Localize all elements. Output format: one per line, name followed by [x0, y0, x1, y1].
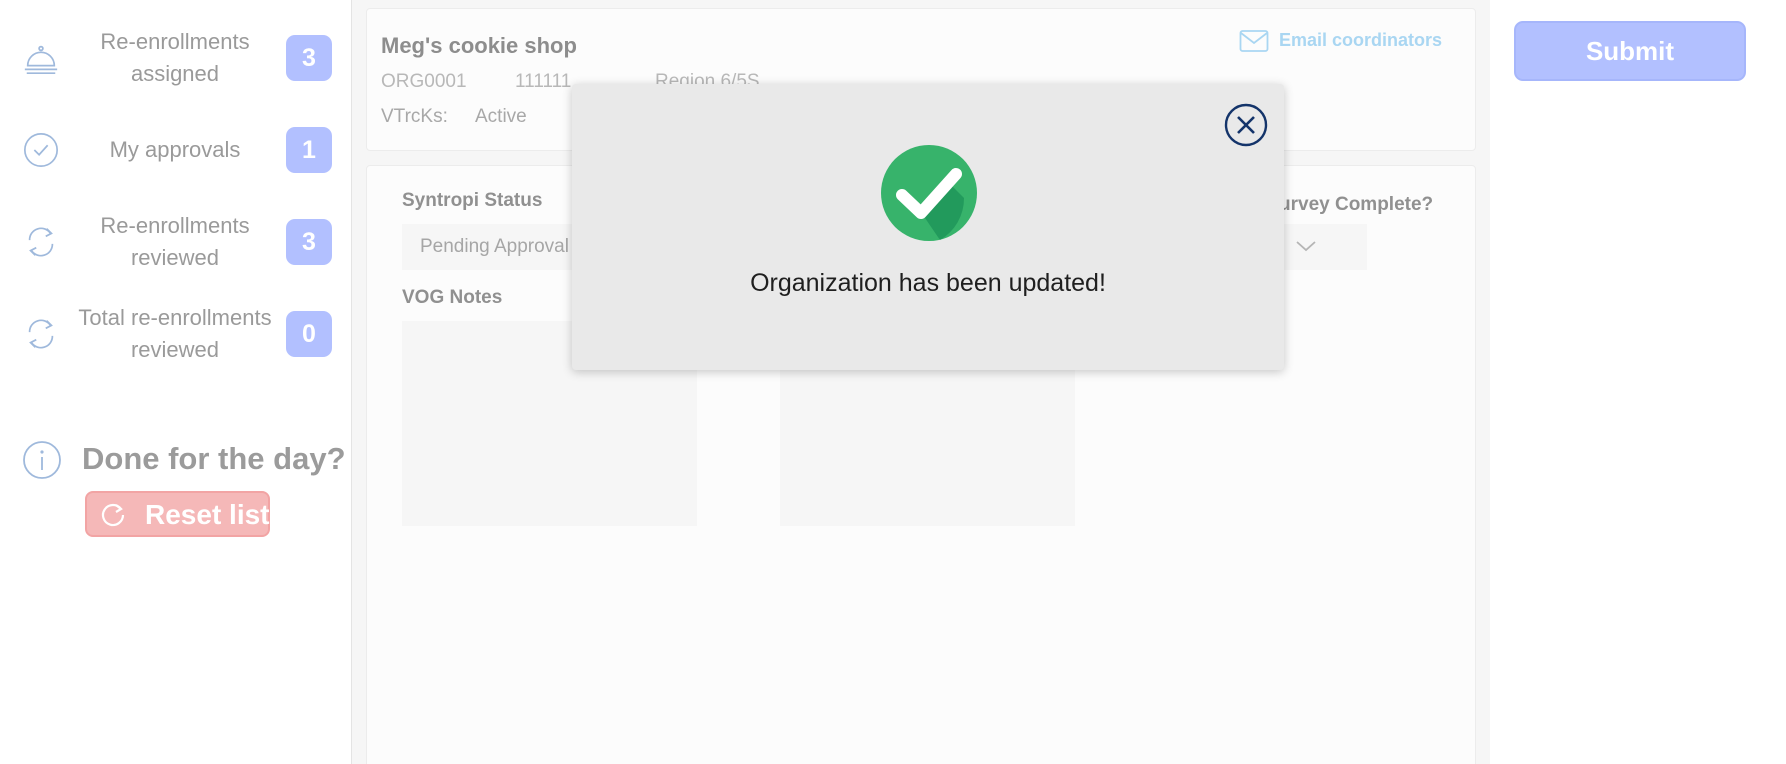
sidebar-item-reenrollments-reviewed[interactable]: Re-enrollments reviewed 3 — [0, 202, 352, 282]
done-title: Done for the day? — [82, 441, 346, 476]
sidebar-item-my-approvals[interactable]: My approvals 1 — [0, 110, 352, 190]
status-select[interactable]: Pending Approval — [402, 224, 587, 270]
status-label: Syntropi Status — [402, 190, 543, 211]
sidebar-item-total-reenrollments-reviewed[interactable]: Total re-enrollments reviewed 0 — [0, 294, 352, 374]
email-coordinators-label: Email coordinators — [1279, 30, 1443, 50]
email-coordinators-link[interactable]: Email coordinators — [1239, 25, 1464, 57]
refresh-icon — [28, 319, 54, 349]
modal-message: Organization has been updated! — [750, 269, 1106, 297]
chevron-down-icon — [1296, 241, 1316, 252]
sidebar-item-label: Re-enrollments assigned — [100, 29, 250, 86]
action-column: Submit — [1490, 0, 1786, 764]
sidebar-item-reenrollments-assigned[interactable]: Re-enrollments assigned 3 — [0, 18, 352, 98]
reset-list-label: Reset list — [145, 499, 270, 530]
success-check-icon — [881, 145, 977, 241]
mail-icon — [1239, 30, 1269, 52]
refresh-icon — [28, 227, 54, 257]
vtrcks-label: VTrcKs: — [381, 106, 448, 127]
reset-list-button[interactable]: Reset list — [85, 491, 270, 537]
info-icon — [23, 441, 61, 479]
count-badge: 3 — [286, 219, 332, 265]
check-circle-icon — [23, 132, 59, 168]
success-modal: Organization has been updated! — [572, 84, 1284, 370]
survey-complete-label: urvey Complete? — [1279, 194, 1434, 215]
vog-notes-label: VOG Notes — [402, 287, 503, 308]
count-badge: 0 — [286, 311, 332, 357]
bell-icon — [24, 45, 58, 75]
count-badge: 1 — [286, 127, 332, 173]
vtrcks-status: Active — [475, 106, 527, 127]
sidebar-item-label: My approvals — [109, 137, 241, 162]
status-value: Pending Approval — [420, 236, 569, 257]
sidebar: Re-enrollments assigned 3 My approvals 1… — [0, 0, 352, 764]
count-badge: 3 — [286, 35, 332, 81]
submit-button[interactable]: Submit — [1514, 21, 1746, 81]
org-name: Meg's cookie shop — [381, 33, 577, 58]
org-id: ORG0001 — [381, 71, 467, 92]
refresh-icon — [101, 503, 125, 527]
sidebar-item-label: Total re-enrollments reviewed — [78, 305, 272, 362]
sidebar-item-label: Re-enrollments reviewed — [100, 213, 250, 270]
close-icon[interactable] — [1224, 103, 1268, 147]
org-number: 111111 — [515, 71, 572, 92]
